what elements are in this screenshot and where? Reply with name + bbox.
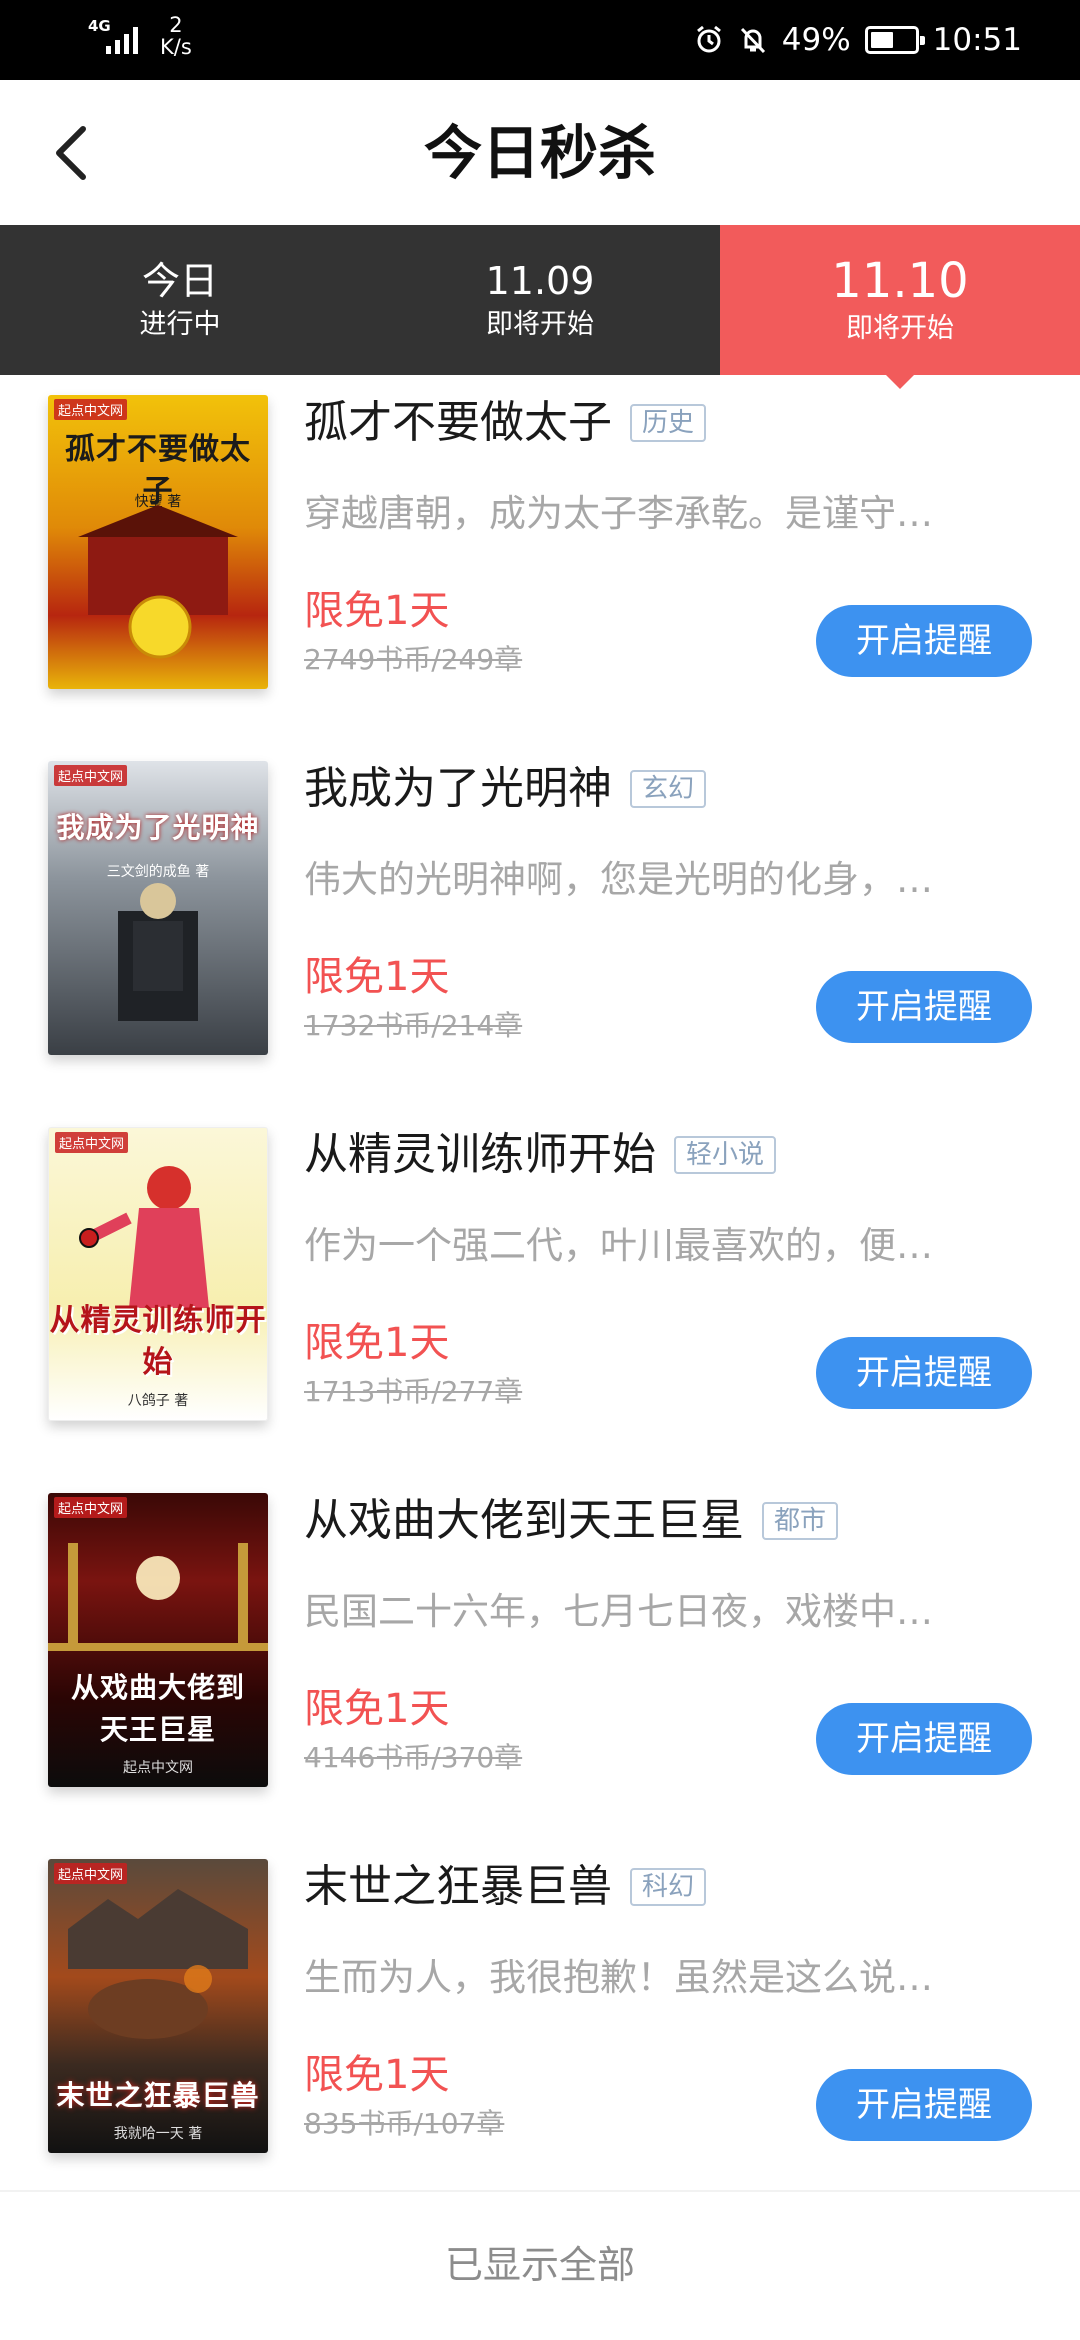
end-of-list-label: 已显示全部: [444, 2243, 635, 2287]
alarm-icon: [694, 25, 724, 55]
cover-author: 我就哈一天 著: [113, 2126, 203, 2142]
original-price: 2749书币/249章: [304, 643, 523, 676]
signal-icon: 4G: [88, 14, 146, 58]
tab-label: 11.10: [831, 253, 969, 309]
genre-badge: 历史: [630, 404, 707, 442]
book-title-text: 我成为了光明神: [304, 763, 612, 814]
tab-11-10[interactable]: 11.10 即将开始: [720, 225, 1080, 389]
book-cover[interactable]: 起点中文网 从精灵训练师开始 八鸽子 著: [48, 1127, 268, 1421]
original-price: 835书币/107章: [304, 2107, 505, 2140]
free-label: 限免1天: [304, 1686, 450, 1732]
free-label: 限免1天: [304, 2052, 450, 2098]
book-description: 民国二十六年，七月七日夜，戏楼中…: [304, 1590, 933, 1633]
cover-art: [118, 883, 198, 1021]
book-title-text: 末世之狂暴巨兽: [304, 1861, 612, 1912]
book-title[interactable]: 我成为了光明神 玄幻: [304, 761, 707, 817]
book-item[interactable]: 起点中文网 末世之狂暴巨兽 我就哈一天 著 末世之狂暴巨兽 科幻 生而为人，我很…: [0, 1839, 1080, 2205]
remind-button[interactable]: 开启提醒: [816, 2069, 1032, 2141]
cover-author: 起点中文网: [123, 1760, 193, 1776]
clock: 10:51: [932, 22, 1022, 58]
book-title-text: 孤才不要做太子: [304, 397, 612, 448]
remind-button[interactable]: 开启提醒: [816, 1337, 1032, 1409]
free-label: 限免1天: [304, 954, 450, 1000]
mute-icon: [738, 25, 768, 55]
book-title[interactable]: 从戏曲大佬到天王巨星 都市: [304, 1493, 839, 1549]
cover-art: [78, 505, 238, 659]
original-price: 4146书币/370章: [304, 1741, 523, 1774]
tab-label: 11.09: [485, 259, 595, 303]
genre-badge: 玄幻: [630, 770, 707, 808]
book-description: 作为一个强二代，叶川最喜欢的，便…: [304, 1224, 933, 1267]
book-item[interactable]: 起点中文网 孤才不要做太子 快望 著 孤才不要做太子 历史 穿越唐朝，成为太子李…: [0, 375, 1080, 741]
free-label: 限免1天: [304, 1320, 450, 1366]
title-bar: 今日秒杀: [0, 80, 1080, 225]
genre-badge: 都市: [762, 1502, 839, 1540]
genre-badge: 科幻: [630, 1868, 707, 1906]
cover-title: 从戏曲大佬到天王巨星: [70, 1671, 245, 1746]
tab-status: 即将开始: [846, 313, 954, 344]
book-cover[interactable]: 起点中文网 我成为了光明神 三文剑的成鱼 著: [48, 761, 268, 1055]
book-description: 伟大的光明神啊，您是光明的化身，…: [304, 858, 933, 901]
book-title[interactable]: 从精灵训练师开始 轻小说: [304, 1127, 777, 1183]
tab-11-09[interactable]: 11.09 即将开始: [360, 225, 720, 375]
book-cover[interactable]: 起点中文网 孤才不要做太子 快望 著: [48, 395, 268, 689]
cover-title: 从精灵训练师开始: [49, 1303, 267, 1380]
battery-icon: [864, 26, 925, 54]
network-speed-unit: K/s: [160, 35, 192, 59]
network-speed-value: 2: [169, 13, 183, 37]
cover-author: 三文剑的成鱼 著: [106, 864, 210, 880]
status-bar: 4G 2 K/s 49% 10:51: [0, 0, 1080, 80]
cover-title: 末世之狂暴巨兽: [56, 2079, 260, 2112]
book-title[interactable]: 孤才不要做太子 历史: [304, 395, 707, 451]
book-cover[interactable]: 起点中文网 末世之狂暴巨兽 我就哈一天 著: [48, 1859, 268, 2153]
remind-button[interactable]: 开启提醒: [816, 971, 1032, 1043]
status-left: 4G 2 K/s: [88, 14, 192, 58]
tab-today[interactable]: 今日 进行中: [0, 225, 360, 375]
book-item[interactable]: 起点中文网 我成为了光明神 三文剑的成鱼 著 我成为了光明神 玄幻 伟大的光明神…: [0, 741, 1080, 1107]
remind-button[interactable]: 开启提醒: [816, 605, 1032, 677]
network-speed: 2 K/s: [160, 14, 192, 58]
book-item[interactable]: 起点中文网 从戏曲大佬到天王巨星 起点中文网 从戏曲大佬到天王巨星 都市 民国二…: [0, 1473, 1080, 1839]
book-title-text: 从戏曲大佬到天王巨星: [304, 1495, 744, 1546]
tab-status: 即将开始: [486, 309, 594, 340]
original-price: 1732书币/214章: [304, 1009, 523, 1042]
cover-author: 八鸽子 著: [127, 1393, 189, 1409]
original-price: 1713书币/277章: [304, 1375, 523, 1408]
free-label: 限免1天: [304, 588, 450, 634]
remind-button[interactable]: 开启提醒: [816, 1703, 1032, 1775]
book-description: 穿越唐朝，成为太子李承乾。是谨守…: [304, 492, 933, 535]
book-title-text: 从精灵训练师开始: [304, 1129, 656, 1180]
book-list: 起点中文网 孤才不要做太子 快望 著 孤才不要做太子 历史 穿越唐朝，成为太子李…: [0, 375, 1080, 2205]
book-description: 生而为人，我很抱歉！虽然是这么说…: [304, 1956, 933, 1999]
status-right: 49% 10:51: [694, 0, 1022, 80]
date-tabs: 今日 进行中 11.09 即将开始 11.10 即将开始: [0, 225, 1080, 389]
book-title[interactable]: 末世之狂暴巨兽 科幻: [304, 1859, 707, 1915]
battery-percent: 49%: [781, 22, 851, 58]
tab-label: 今日: [141, 259, 218, 303]
book-item[interactable]: 起点中文网 从精灵训练师开始 八鸽子 著 从精灵训练师开始 轻小说 作为一个强二…: [0, 1107, 1080, 1473]
cover-title: 我成为了光明神: [56, 811, 260, 844]
book-cover[interactable]: 起点中文网 从戏曲大佬到天王巨星 起点中文网: [48, 1493, 268, 1787]
genre-badge: 轻小说: [674, 1136, 777, 1174]
page-title: 今日秒杀: [423, 119, 656, 187]
tab-status: 进行中: [139, 309, 221, 340]
footer-divider: [0, 2190, 1080, 2192]
